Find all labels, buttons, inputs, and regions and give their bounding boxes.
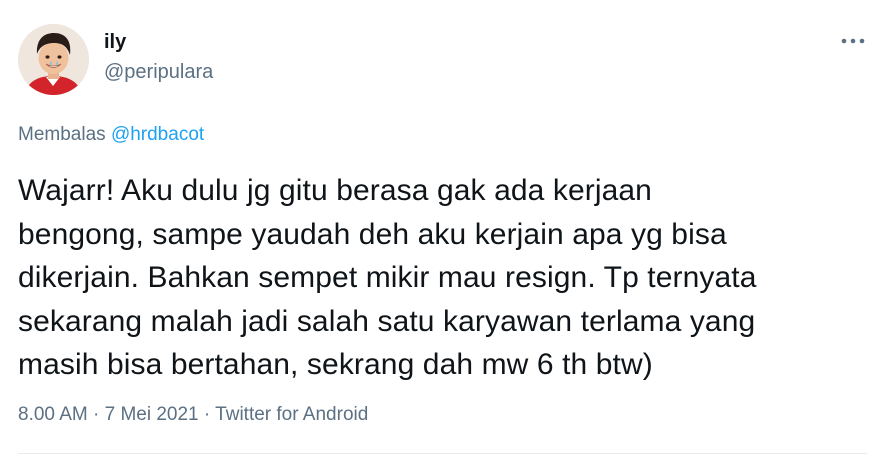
tweet-date-link[interactable]: 7 Mei 2021: [105, 404, 199, 425]
author-name[interactable]: ily: [104, 31, 126, 54]
replying-to: Membalas @hrdbacot: [18, 124, 204, 146]
more-button[interactable]: [836, 28, 870, 54]
replying-prefix: Membalas: [18, 124, 106, 145]
tweet-text: Wajarr! Aku dulu jg gitu berasa gak ada …: [18, 169, 868, 387]
meta-separator: ·: [93, 404, 100, 425]
tweet-time-link[interactable]: 8.00 AM: [18, 404, 88, 425]
tweet-card: ily @peripulara Membalas @hrdbacot Wajar…: [0, 0, 883, 456]
meta-separator: ·: [203, 404, 211, 425]
avatar-image: [18, 24, 89, 95]
author-handle[interactable]: @peripulara: [104, 61, 213, 84]
tweet-line: sekarang malah jadi salah satu karyawan …: [18, 304, 756, 338]
tweet-line: bengong, sampe yaudah deh aku kerjain ap…: [18, 217, 727, 251]
avatar[interactable]: [18, 24, 89, 95]
tweet-source-link[interactable]: Twitter for Android: [215, 404, 368, 425]
more-horizontal-icon: [841, 38, 865, 44]
tweet-meta: 8.00 AM · 7 Mei 2021 · Twitter for Andro…: [18, 404, 368, 426]
divider: [18, 453, 867, 454]
tweet-line: masih bisa bertahan, sekrang dah mw 6 th…: [18, 348, 653, 381]
reply-mention-link[interactable]: @hrdbacot: [111, 124, 204, 145]
tweet-line: Wajarr! Aku dulu jg gitu berasa gak ada …: [18, 174, 652, 207]
tweet-line: dikerjain. Bahkan sempet mikir mau resig…: [18, 261, 757, 294]
